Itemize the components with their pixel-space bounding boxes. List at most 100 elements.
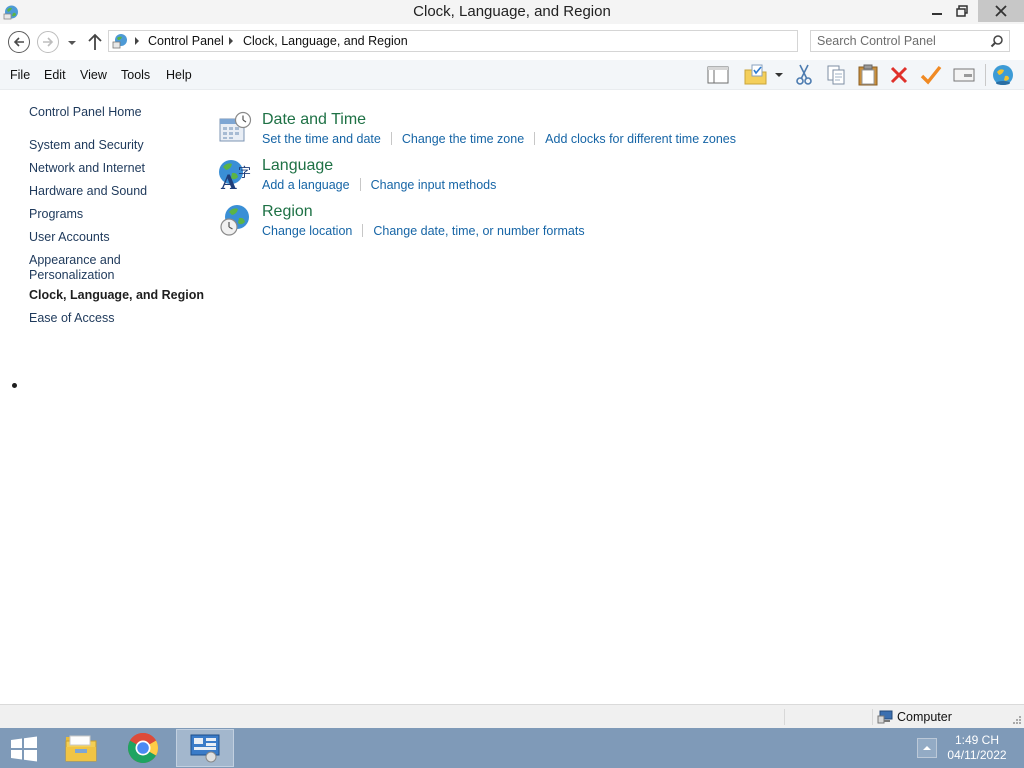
clock-date: 04/11/2022: [947, 748, 1007, 762]
link-divider: [359, 178, 361, 191]
date-time-icon[interactable]: [218, 111, 252, 145]
minimize-button[interactable]: [922, 0, 952, 22]
minimize-icon: [932, 13, 942, 15]
taskbar-control-panel[interactable]: [176, 729, 234, 767]
link-change-time-zone[interactable]: Change the time zone: [402, 132, 524, 146]
search-icon[interactable]: [990, 34, 1004, 48]
status-location-text: Computer: [897, 710, 952, 724]
link-divider: [534, 132, 536, 145]
category-region: Region Change location Change date, time,…: [218, 203, 818, 247]
link-change-input-methods[interactable]: Change input methods: [371, 178, 497, 192]
recent-locations-icon[interactable]: [65, 36, 79, 50]
nav-link-user-accounts[interactable]: User Accounts: [29, 230, 110, 245]
nav-link-system-security[interactable]: System and Security: [29, 138, 144, 153]
chrome-icon: [127, 732, 159, 764]
paste-icon: [858, 64, 878, 86]
category-links-region: Change location Change date, time, or num…: [262, 224, 585, 238]
file-explorer-icon: [65, 735, 97, 762]
left-navigation-pane: Control Panel Home System and Security N…: [0, 90, 205, 704]
control-panel-icon: [190, 734, 220, 763]
layout-pane-button[interactable]: [706, 63, 730, 87]
clock-time: 1:49 CH: [954, 733, 1000, 747]
dropdown-arrow-icon: [775, 73, 783, 77]
address-bar[interactable]: Control Panel Clock, Language, and Regio…: [108, 30, 899, 52]
paste-button[interactable]: [856, 63, 880, 87]
link-divider: [362, 224, 364, 237]
shell-button[interactable]: [991, 63, 1015, 87]
copy-button[interactable]: [824, 63, 848, 87]
control-panel-home-link[interactable]: Control Panel Home: [29, 105, 142, 120]
link-change-location[interactable]: Change location: [262, 224, 352, 238]
windows-start-icon[interactable]: [10, 736, 38, 762]
taskbar-file-explorer[interactable]: [52, 729, 110, 767]
layout-pane-icon: [707, 66, 729, 84]
link-divider: [390, 132, 392, 145]
close-button[interactable]: [978, 0, 1024, 22]
properties-icon: [953, 68, 975, 82]
forward-arrow-icon: [43, 37, 54, 47]
menu-file[interactable]: File: [10, 68, 30, 82]
category-links-date-time: Set the time and date Change the time zon…: [262, 132, 736, 146]
nav-link-programs[interactable]: Programs: [29, 207, 83, 222]
up-arrow-icon[interactable]: [86, 32, 104, 52]
breadcrumb-separator-icon[interactable]: [133, 36, 141, 46]
menu-view[interactable]: View: [80, 68, 107, 82]
folder-options-button[interactable]: [744, 63, 768, 87]
region-globe-icon[interactable]: [218, 203, 252, 237]
link-set-time-date[interactable]: Set the time and date: [262, 132, 381, 146]
chevron-up-icon: [923, 746, 931, 750]
window-title: Clock, Language, and Region: [413, 3, 611, 20]
navigation-bar: Control Panel Clock, Language, and Regio…: [0, 24, 1024, 60]
computer-icon: [877, 710, 893, 724]
close-icon: [995, 5, 1007, 17]
svg-text:A: A: [220, 170, 237, 191]
cut-button[interactable]: [792, 63, 816, 87]
status-bar: Computer: [0, 704, 1024, 728]
nav-link-ease-of-access[interactable]: Ease of Access: [29, 311, 114, 326]
delete-button[interactable]: [887, 63, 911, 87]
taskbar-clock[interactable]: 1:49 CH 04/11/2022: [940, 733, 1014, 763]
menu-toolbar-row: File Edit View Tools Help: [0, 60, 1024, 90]
restore-icon: [956, 5, 968, 17]
category-date-time: Date and Time Set the time and date Chang…: [218, 111, 818, 155]
language-icon[interactable]: A 字: [218, 157, 252, 191]
taskbar: 1:49 CH 04/11/2022: [0, 728, 1024, 768]
menu-tools[interactable]: Tools: [121, 68, 150, 82]
breadcrumb-separator-icon[interactable]: [227, 36, 235, 46]
category-title-region[interactable]: Region: [262, 203, 313, 221]
nav-link-network-internet[interactable]: Network and Internet: [29, 161, 145, 176]
cut-icon: [796, 64, 812, 85]
tray-show-hidden-button[interactable]: [917, 738, 937, 758]
search-box[interactable]: [810, 30, 1010, 52]
taskbar-chrome[interactable]: [114, 729, 172, 767]
back-arrow-icon: [13, 37, 24, 47]
category-title-date-time[interactable]: Date and Time: [262, 111, 366, 129]
category-links-language: Add a language Change input methods: [262, 178, 496, 192]
menu-help[interactable]: Help: [166, 68, 192, 82]
properties-button[interactable]: [952, 63, 976, 87]
svg-text:字: 字: [238, 166, 251, 181]
menu-edit[interactable]: Edit: [44, 68, 66, 82]
nav-link-appearance-personalization[interactable]: Appearance and Personalization: [29, 253, 139, 283]
breadcrumb-clock-language-region[interactable]: Clock, Language, and Region: [243, 34, 408, 48]
category-title-language[interactable]: Language: [262, 157, 333, 175]
delete-icon: [890, 66, 908, 84]
shell-globe-icon: [993, 65, 1013, 85]
back-button[interactable]: [8, 31, 30, 53]
resize-grip-icon[interactable]: [1012, 715, 1022, 725]
link-add-clocks[interactable]: Add clocks for different time zones: [545, 132, 736, 146]
apply-button[interactable]: [919, 63, 943, 87]
folder-options-dropdown[interactable]: [770, 63, 788, 87]
status-divider: [784, 709, 785, 725]
nav-link-clock-language-region: Clock, Language, and Region: [29, 288, 205, 302]
link-add-language[interactable]: Add a language: [262, 178, 350, 192]
restore-button[interactable]: [949, 0, 975, 22]
status-divider: [872, 709, 873, 725]
nav-link-hardware-sound[interactable]: Hardware and Sound: [29, 184, 147, 199]
link-change-formats[interactable]: Change date, time, or number formats: [373, 224, 584, 238]
search-input[interactable]: [817, 33, 982, 49]
category-language: A 字 Language Add a language Change input …: [218, 157, 818, 201]
copy-icon: [827, 65, 845, 85]
breadcrumb-control-panel[interactable]: Control Panel: [148, 34, 224, 48]
forward-button[interactable]: [37, 31, 59, 53]
